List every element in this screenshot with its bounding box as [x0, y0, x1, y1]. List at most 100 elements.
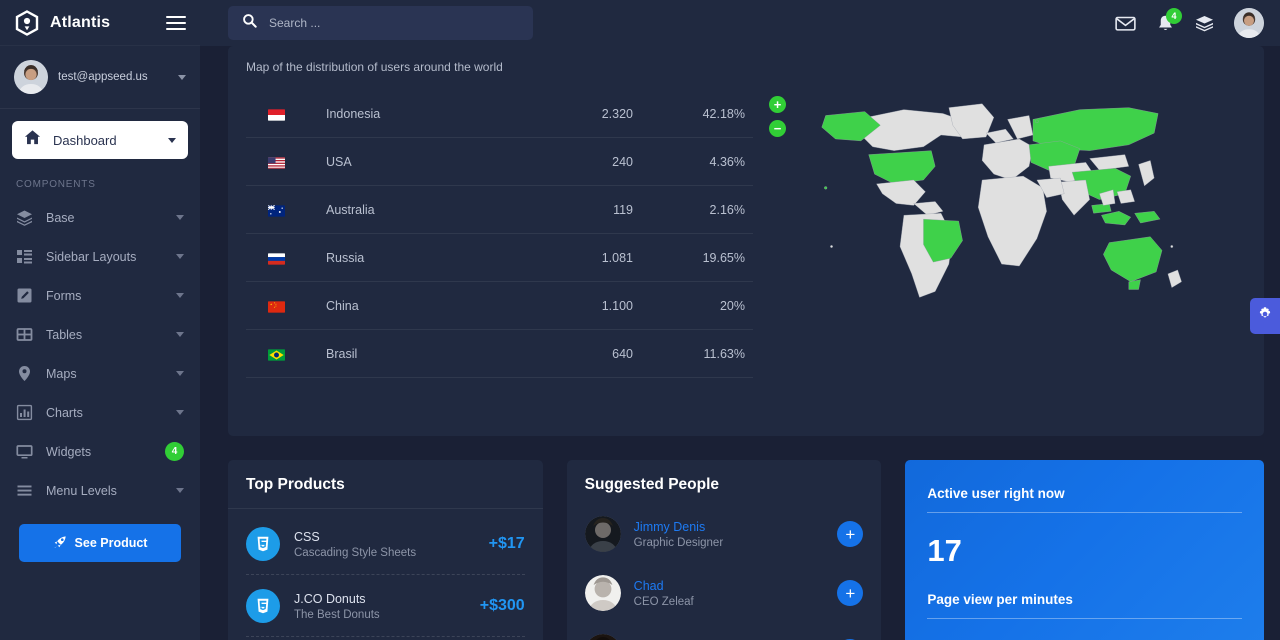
- list-item[interactable]: CSS Cascading Style Sheets +$17: [246, 513, 525, 575]
- css3-icon: [246, 527, 280, 561]
- country-name: Indonesia: [326, 106, 381, 121]
- sidebar-item-label: Charts: [46, 405, 83, 420]
- list-item[interactable]: J.CO Donuts The Best Donuts +$300: [246, 575, 525, 637]
- layers-stack-icon[interactable]: [1195, 15, 1214, 32]
- sidebar-item-label: Sidebar Layouts: [46, 249, 137, 264]
- topbar: 4: [200, 0, 1280, 46]
- envelope-icon[interactable]: [1115, 16, 1136, 31]
- avatar: [584, 516, 621, 552]
- sidebar-logo-row: Atlantis: [0, 0, 200, 46]
- sidebar-item-tables[interactable]: Tables: [0, 315, 200, 354]
- chevron-down-icon[interactable]: [176, 371, 184, 376]
- hamburger-menu-icon[interactable]: [166, 12, 186, 34]
- sidebar-user[interactable]: test@appseed.us: [0, 46, 200, 109]
- sidebar-item-sidebar-layouts[interactable]: Sidebar Layouts: [0, 237, 200, 276]
- search-input[interactable]: [269, 16, 519, 30]
- indonesia-flag-icon: [246, 106, 306, 121]
- avatar: [584, 634, 621, 640]
- sidebar-user-email: test@appseed.us: [58, 71, 148, 83]
- person-info: Chad CEO Zeleaf: [634, 579, 694, 608]
- list-item[interactable]: Talha +: [584, 622, 864, 640]
- divider: [927, 618, 1243, 619]
- add-person-button[interactable]: +: [837, 521, 864, 547]
- table-row[interactable]: USA 240 4.36%: [246, 138, 753, 186]
- search-bar[interactable]: [228, 6, 533, 40]
- atlantis-hexagon-logo-icon: [14, 9, 40, 36]
- add-person-button[interactable]: +: [837, 580, 864, 606]
- topbar-icons: 4: [1115, 7, 1264, 38]
- map-zoom-controls: + −: [769, 96, 786, 137]
- country-percent: 20%: [719, 298, 745, 313]
- country-percent: 19.65%: [702, 250, 745, 265]
- table-icon: [16, 326, 33, 343]
- person-name[interactable]: Jimmy Denis: [634, 520, 723, 534]
- page-title: Top Products: [246, 476, 345, 493]
- country-users: 1.081: [601, 250, 633, 265]
- brasil-flag-icon: [246, 346, 306, 361]
- product-info: CSS Cascading Style Sheets: [294, 530, 416, 559]
- sidebar-item-menu-levels[interactable]: Menu Levels: [0, 471, 200, 510]
- list-item[interactable]: Jimmy Denis Graphic Designer +: [584, 504, 864, 563]
- sidebar-item-forms[interactable]: Forms: [0, 276, 200, 315]
- app-root: Atlantis test@appseed.us Dashboard COMPO…: [0, 0, 1280, 640]
- bell-icon[interactable]: 4: [1156, 7, 1182, 33]
- see-product-button[interactable]: See Product: [19, 524, 181, 562]
- chevron-down-icon[interactable]: [176, 215, 184, 220]
- map-pin-icon: [16, 365, 33, 382]
- sidebar-item-base[interactable]: Base: [0, 198, 200, 237]
- product-name: CSS: [294, 529, 320, 544]
- table-row[interactable]: Brasil 640 11.63%: [246, 330, 753, 378]
- country-distribution-table: Indonesia 2.320 42.18% USA 240 4.36% Aus…: [246, 86, 753, 378]
- table-row[interactable]: China 1.100 20%: [246, 282, 753, 330]
- chevron-down-icon[interactable]: [176, 293, 184, 298]
- suggested-people-header: Suggested People: [567, 460, 882, 500]
- chevron-down-icon[interactable]: [176, 410, 184, 415]
- sidebar-item-label: Widgets: [46, 444, 92, 459]
- pencil-square-icon: [16, 287, 33, 304]
- table-row[interactable]: Russia 1.081 19.65%: [246, 234, 753, 282]
- map-zoom-in-button[interactable]: +: [769, 96, 786, 113]
- settings-tab-button[interactable]: [1250, 298, 1280, 334]
- sidebar-item-charts[interactable]: Charts: [0, 393, 200, 432]
- css3-icon: [246, 589, 280, 623]
- list-item[interactable]: Chad CEO Zeleaf +: [584, 563, 864, 622]
- suggested-people-card: Suggested People Jimmy Denis Graphic Des…: [566, 460, 882, 640]
- chevron-down-icon[interactable]: [168, 137, 176, 143]
- world-map[interactable]: + −: [759, 86, 1246, 378]
- top-products-card: Top Products CSS Cascading Style Sheets …: [228, 460, 543, 640]
- see-product-label: See Product: [74, 536, 148, 550]
- chevron-down-icon[interactable]: [176, 332, 184, 337]
- list-grid-icon: [16, 248, 33, 265]
- sidebar: Atlantis test@appseed.us Dashboard COMPO…: [0, 0, 200, 640]
- divider: [927, 512, 1243, 513]
- table-row[interactable]: Indonesia 2.320 42.18%: [246, 90, 753, 138]
- brand-name: Atlantis: [50, 13, 111, 31]
- product-description: Cascading Style Sheets: [294, 546, 417, 559]
- top-products-body: CSS Cascading Style Sheets +$17 J.CO Don…: [228, 509, 543, 637]
- sidebar-item-dashboard-label: Dashboard: [53, 132, 117, 148]
- country-users: 240: [612, 154, 633, 169]
- search-icon: [242, 13, 257, 33]
- chevron-down-icon[interactable]: [176, 254, 184, 259]
- sidebar-item-widgets[interactable]: Widgets 4: [0, 432, 200, 471]
- avatar[interactable]: [1234, 8, 1264, 38]
- active-user-card: Active user right now 17 Page view per m…: [905, 460, 1265, 640]
- notification-badge: 4: [1166, 7, 1182, 24]
- active-user-count: 17: [927, 533, 962, 568]
- person-name[interactable]: Chad: [634, 579, 694, 593]
- menu-lines-icon: [16, 482, 33, 499]
- chevron-down-icon[interactable]: [176, 488, 184, 493]
- country-users: 1.100: [601, 298, 633, 313]
- layers-icon: [16, 209, 33, 226]
- status-badge: 4: [165, 442, 184, 461]
- sidebar-item-dashboard[interactable]: Dashboard: [12, 121, 188, 159]
- country-name: Brasil: [326, 346, 358, 361]
- product-info: J.CO Donuts The Best Donuts: [294, 592, 380, 621]
- chevron-down-icon[interactable]: [178, 74, 186, 80]
- country-users: 640: [612, 346, 633, 361]
- sidebar-item-maps[interactable]: Maps: [0, 354, 200, 393]
- map-zoom-out-button[interactable]: −: [769, 120, 786, 137]
- table-row[interactable]: Australia 119 2.16%: [246, 186, 753, 234]
- home-icon: [24, 129, 41, 151]
- australia-flag-icon: [246, 202, 306, 217]
